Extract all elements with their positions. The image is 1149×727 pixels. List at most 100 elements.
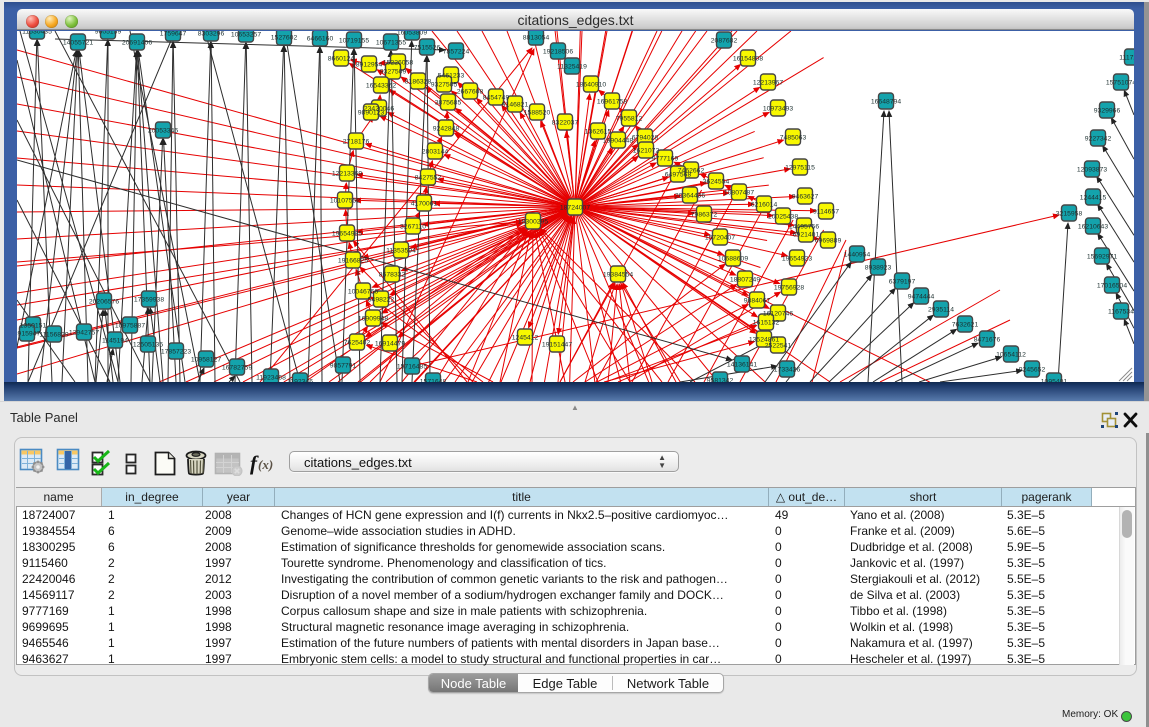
svg-text:1615132: 1615132	[753, 319, 780, 326]
svg-text:2935114: 2935114	[928, 306, 954, 313]
svg-text:18640910: 18640910	[576, 81, 606, 88]
svg-text:10671355: 10671355	[376, 39, 406, 46]
svg-text:19384554: 19384554	[603, 271, 633, 278]
svg-text:9146821: 9146821	[502, 101, 529, 108]
svg-text:8186328: 8186328	[405, 78, 432, 85]
svg-text:6794028: 6794028	[632, 134, 659, 141]
svg-text:8912954: 8912954	[356, 61, 383, 68]
svg-text:1095401: 1095401	[1041, 378, 1068, 382]
svg-text:8938923: 8938923	[865, 264, 892, 271]
svg-text:17359938: 17359938	[134, 296, 164, 303]
svg-text:11923468: 11923468	[256, 374, 286, 381]
svg-text:11156829: 11156829	[39, 331, 68, 338]
svg-text:12505135: 12505135	[133, 341, 163, 348]
svg-text:9474444: 9474444	[908, 293, 935, 300]
svg-text:16120746: 16120746	[763, 310, 793, 317]
svg-text:16543362: 16543362	[366, 82, 396, 89]
svg-text:10807487: 10807487	[724, 189, 754, 196]
svg-text:7515526: 7515526	[414, 44, 441, 51]
svg-text:12942757: 12942757	[69, 329, 99, 336]
svg-text:1733426: 1733426	[774, 366, 801, 373]
svg-text:15716485: 15716485	[397, 363, 427, 370]
svg-text:9329966: 9329966	[1094, 107, 1121, 114]
svg-text:8322037: 8322037	[552, 119, 579, 126]
svg-text:9605159: 9605159	[95, 31, 122, 35]
svg-text:7632621: 7632621	[952, 321, 979, 328]
svg-text:1350151: 1350151	[20, 322, 47, 329]
svg-text:5461233: 5461233	[438, 72, 465, 79]
svg-text:11353594: 11353594	[386, 247, 416, 254]
svg-text:9114657: 9114657	[813, 208, 839, 215]
svg-text:7857224: 7857224	[443, 48, 470, 55]
svg-text:1145194: 1145194	[102, 337, 128, 344]
svg-text:1117216: 1117216	[1119, 54, 1134, 61]
svg-text:17016504: 17016504	[1097, 282, 1127, 289]
svg-text:1362615: 1362615	[585, 128, 612, 135]
svg-text:10654112: 10654112	[996, 351, 1026, 358]
svg-text:9463627: 9463627	[792, 193, 819, 200]
svg-text:16909948: 16909948	[358, 315, 388, 322]
svg-text:18807249: 18807249	[730, 276, 760, 283]
svg-text:1167534: 1167534	[1108, 308, 1134, 315]
svg-text:11530435: 11530435	[22, 31, 52, 35]
svg-text:20691406: 20691406	[122, 39, 152, 46]
svg-text:3915947: 3915947	[17, 330, 40, 337]
svg-text:10973493: 10973493	[763, 105, 793, 112]
svg-text:12975115: 12975115	[785, 164, 815, 171]
svg-text:7955812: 7955812	[616, 115, 643, 122]
svg-text:6216014: 6216014	[751, 201, 778, 208]
svg-text:9245652: 9245652	[1019, 366, 1046, 373]
svg-text:10653257: 10653257	[231, 31, 261, 38]
svg-text:19654985: 19654985	[332, 230, 362, 237]
svg-text:12093873: 12093873	[1077, 166, 1107, 173]
svg-text:15720407: 15720407	[705, 234, 735, 241]
svg-text:10046766: 10046766	[348, 288, 378, 295]
svg-text:16914479: 16914479	[375, 340, 405, 347]
svg-text:16154808: 16154808	[733, 55, 763, 62]
svg-text:9242848: 9242848	[433, 125, 460, 132]
svg-text:5498222: 5498222	[368, 296, 395, 303]
svg-text:2522541: 2522541	[765, 342, 792, 349]
svg-text:1588520: 1588520	[524, 109, 551, 116]
svg-text:15692971: 15692971	[1087, 253, 1117, 260]
svg-text:6379197: 6379197	[889, 278, 916, 285]
svg-text:9327505: 9327505	[431, 81, 458, 88]
svg-text:16053809: 16053809	[397, 31, 427, 36]
svg-text:16782759: 16782759	[222, 364, 252, 371]
svg-text:14495756: 14495756	[789, 223, 819, 230]
svg-text:8303296: 8303296	[198, 31, 225, 37]
svg-text:2718176: 2718176	[343, 138, 370, 145]
svg-text:2087682: 2087682	[711, 37, 738, 44]
svg-text:8813054: 8813054	[523, 34, 550, 41]
svg-text:20206576: 20206576	[89, 298, 119, 305]
svg-text:16961758: 16961758	[597, 98, 627, 105]
svg-text:10975887: 10975887	[115, 322, 145, 329]
svg-text:19166825: 19166825	[338, 257, 368, 264]
svg-text:18300295: 18300295	[518, 218, 548, 225]
svg-text:9884067: 9884067	[744, 297, 771, 304]
svg-text:7986372: 7986372	[691, 211, 718, 218]
svg-text:2803144: 2803144	[422, 148, 449, 155]
svg-text:8660124: 8660124	[328, 55, 355, 62]
svg-text:1192346: 1192346	[287, 378, 313, 382]
svg-text:6466160: 6466160	[307, 35, 334, 42]
svg-text:15751074: 15751074	[1106, 79, 1134, 86]
svg-text:14055721: 14055721	[63, 39, 93, 46]
svg-text:1621072: 1621072	[633, 147, 660, 154]
svg-text:8678332: 8678332	[379, 271, 406, 278]
svg-text:1759647: 1759647	[160, 31, 187, 37]
svg-text:12213967: 12213967	[753, 79, 783, 86]
svg-text:15226058: 15226058	[383, 59, 413, 66]
svg-text:10688609: 10688609	[718, 255, 748, 262]
svg-text:1244415: 1244415	[1080, 194, 1107, 201]
svg-text:16210643: 16210643	[1078, 223, 1108, 230]
svg-text:(x): (x)	[258, 457, 273, 472]
svg-text:10025438: 10025438	[768, 213, 798, 220]
svg-text:3875685: 3875685	[435, 99, 462, 106]
svg-text:8454749: 8454749	[483, 94, 510, 101]
svg-text:19756928: 19756928	[774, 284, 804, 291]
svg-text:19654923: 19654923	[782, 255, 812, 262]
svg-text:7485063: 7485063	[780, 134, 807, 141]
svg-text:9327509: 9327509	[380, 68, 407, 75]
svg-text:1440954: 1440954	[844, 251, 871, 258]
